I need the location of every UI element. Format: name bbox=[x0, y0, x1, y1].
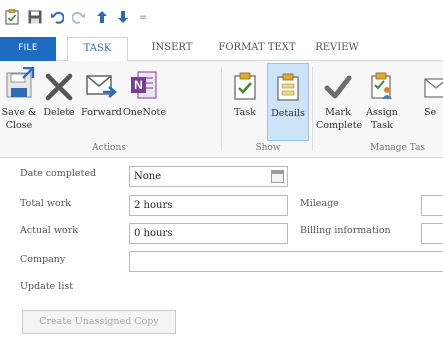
mileage-label: Mileage bbox=[300, 198, 339, 209]
delete-icon bbox=[45, 73, 73, 101]
mark-complete-label-line1: Mark bbox=[325, 107, 351, 118]
onenote-button[interactable]: N OneNote bbox=[123, 63, 167, 141]
company-field[interactable] bbox=[129, 251, 443, 272]
actual-work-field[interactable]: 0 hours bbox=[129, 223, 288, 244]
assign-task-icon bbox=[371, 72, 392, 99]
company-label: Company bbox=[20, 254, 66, 265]
delete-label: Delete bbox=[43, 107, 75, 118]
task-icon bbox=[234, 72, 256, 100]
total-work-label: Total work bbox=[20, 198, 72, 209]
tab-format-text[interactable]: FORMAT TEXT bbox=[213, 37, 301, 61]
save-icon[interactable] bbox=[26, 8, 44, 26]
tab-task[interactable]: TASK bbox=[67, 37, 128, 62]
undo-icon[interactable] bbox=[48, 8, 66, 26]
send-status-button[interactable]: Se bbox=[404, 63, 443, 141]
group-separator bbox=[312, 67, 313, 151]
task-view-label: Task bbox=[234, 107, 256, 118]
actions-group-label: Actions bbox=[92, 143, 126, 153]
onenote-icon: N bbox=[131, 71, 157, 99]
date-completed-field[interactable]: None bbox=[129, 166, 288, 187]
date-completed-value: None bbox=[134, 171, 162, 182]
create-unassigned-copy-button[interactable]: Create Unassigned Copy bbox=[22, 310, 176, 334]
ribbon: Save & Close Delete Forward N OneNote Ac… bbox=[0, 61, 443, 158]
forward-button[interactable]: Forward bbox=[80, 63, 123, 141]
mileage-field[interactable] bbox=[421, 195, 443, 216]
show-group-label: Show bbox=[255, 143, 281, 153]
ribbon-tabs: FILE TASK INSERT FORMAT TEXT REVIEW bbox=[0, 37, 443, 62]
billing-information-label: Billing information bbox=[300, 225, 391, 236]
svg-text:N: N bbox=[134, 78, 143, 92]
mark-complete-label-line2: Complete bbox=[316, 120, 363, 131]
total-work-field[interactable]: 2 hours bbox=[129, 195, 288, 216]
details-icon bbox=[277, 73, 299, 101]
group-separator bbox=[221, 67, 222, 151]
task-details-form: Date completed None Total work 2 hours M… bbox=[0, 158, 443, 339]
billing-information-field[interactable] bbox=[421, 223, 443, 244]
manage-task-group-label: Manage Tas bbox=[370, 143, 425, 153]
save-close-label-line2: Close bbox=[5, 120, 33, 131]
checkmark-icon bbox=[324, 75, 352, 99]
save-close-icon bbox=[6, 67, 35, 98]
save-close-button[interactable]: Save & Close bbox=[0, 63, 38, 141]
customize-glyph: = bbox=[138, 11, 148, 23]
assign-task-label-line1: Assign bbox=[366, 107, 398, 118]
delete-button[interactable]: Delete bbox=[40, 63, 78, 141]
details-view-label: Details bbox=[271, 108, 305, 119]
forward-label: Forward bbox=[81, 107, 122, 118]
save-close-label-line1: Save & bbox=[1, 107, 37, 118]
date-completed-label: Date completed bbox=[20, 168, 97, 179]
tab-file[interactable]: FILE bbox=[0, 37, 56, 61]
send-status-icon bbox=[424, 78, 443, 98]
customize-icon[interactable]: = bbox=[134, 8, 152, 26]
mark-complete-button[interactable]: Mark Complete bbox=[316, 63, 363, 141]
calendar-icon[interactable] bbox=[271, 170, 284, 183]
down-arrow-icon[interactable] bbox=[114, 8, 132, 26]
send-status-label: Se bbox=[424, 107, 437, 118]
assign-task-label-line2: Task bbox=[371, 120, 393, 131]
tab-insert[interactable]: INSERT bbox=[142, 37, 202, 61]
quick-access-toolbar: = bbox=[0, 0, 443, 37]
assign-task-button[interactable]: Assign Task bbox=[362, 63, 402, 141]
tab-review[interactable]: REVIEW bbox=[307, 37, 367, 61]
onenote-label: OneNote bbox=[123, 107, 167, 118]
task-view-button[interactable]: Task bbox=[226, 63, 264, 141]
forward-icon bbox=[85, 75, 117, 98]
actual-work-label: Actual work bbox=[20, 225, 78, 236]
redo-icon[interactable] bbox=[70, 8, 88, 26]
update-list-label: Update list bbox=[20, 281, 74, 292]
task-icon[interactable] bbox=[3, 8, 21, 26]
details-view-button[interactable]: Details bbox=[267, 63, 309, 141]
up-arrow-icon[interactable] bbox=[93, 8, 111, 26]
